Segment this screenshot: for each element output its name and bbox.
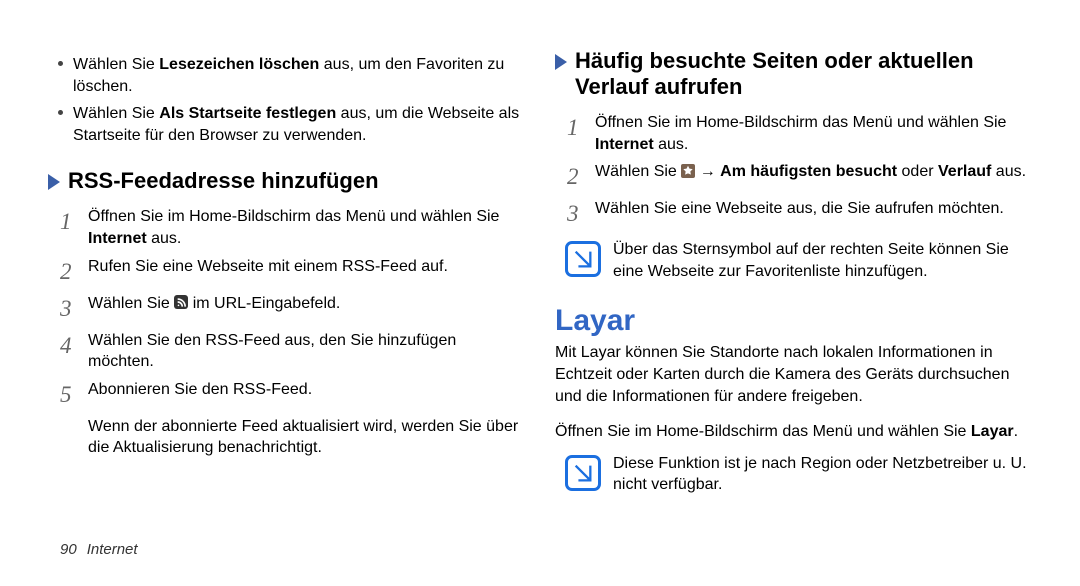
bullet-text: Wählen Sie Als Startseite festlegen aus,… — [73, 103, 525, 146]
chevron-right-icon — [48, 174, 60, 190]
note-block: Diese Funktion ist je nach Region oder N… — [565, 453, 1032, 496]
chevron-right-icon — [555, 54, 567, 70]
right-column: Häufig besuchte Seiten oder aktuellen Ve… — [555, 48, 1032, 496]
step-text: Wählen Sie im URL-Eingabefeld. — [88, 293, 525, 315]
section-open-instruction: Öffnen Sie im Home-Bildschirm das Menü u… — [555, 421, 1032, 443]
step-text: Rufen Sie eine Webseite mit einem RSS-Fe… — [88, 256, 525, 278]
page-footer: 90 Internet — [60, 541, 138, 558]
bullet-item: Wählen Sie Lesezeichen löschen aus, um d… — [48, 54, 525, 97]
subheading-text: RSS-Feedadresse hinzufügen — [68, 168, 379, 194]
step-text: Wählen Sie → Am häufigsten besucht oder … — [595, 161, 1032, 183]
left-column: Wählen Sie Lesezeichen löschen aus, um d… — [48, 48, 525, 496]
subheading-text: Häufig besuchte Seiten oder aktuellen Ve… — [575, 48, 1032, 100]
subheading-rss: RSS-Feedadresse hinzufügen — [48, 168, 525, 194]
note-text: Diese Funktion ist je nach Region oder N… — [613, 453, 1032, 496]
step-row: 4 Wählen Sie den RSS-Feed aus, den Sie h… — [48, 330, 525, 373]
bullet-dot-icon — [58, 110, 63, 115]
step-number: 2 — [567, 161, 595, 192]
paragraph: Wenn der abonnierte Feed aktualisiert wi… — [88, 416, 525, 459]
step-row: 3 Wählen Sie im URL-Eingabefeld. — [48, 293, 525, 324]
section-description: Mit Layar können Sie Standorte nach loka… — [555, 342, 1032, 407]
bullet-dot-icon — [58, 61, 63, 66]
note-text: Über das Sternsymbol auf der rechten Sei… — [613, 239, 1032, 282]
step-number: 1 — [60, 206, 88, 237]
step-number: 1 — [567, 112, 595, 143]
bullet-text: Wählen Sie Lesezeichen löschen aus, um d… — [73, 54, 525, 97]
step-number: 3 — [567, 198, 595, 229]
footer-section: Internet — [87, 541, 138, 558]
step-row: 5 Abonnieren Sie den RSS-Feed. — [48, 379, 525, 410]
step-text: Wählen Sie den RSS-Feed aus, den Sie hin… — [88, 330, 525, 373]
note-icon — [565, 455, 601, 491]
note-icon — [565, 241, 601, 277]
step-row: 1 Öffnen Sie im Home-Bildschirm das Menü… — [555, 112, 1032, 155]
step-text: Öffnen Sie im Home-Bildschirm das Menü u… — [88, 206, 525, 249]
step-row: 1 Öffnen Sie im Home-Bildschirm das Menü… — [48, 206, 525, 249]
step-row: 2 Rufen Sie eine Webseite mit einem RSS-… — [48, 256, 525, 287]
page-number: 90 — [60, 541, 77, 558]
step-number: 5 — [60, 379, 88, 410]
section-title-layar: Layar — [555, 304, 1032, 338]
rss-icon — [174, 295, 188, 309]
step-row: 2 Wählen Sie → Am häufigsten besucht ode… — [555, 161, 1032, 192]
manual-page: Wählen Sie Lesezeichen löschen aus, um d… — [0, 0, 1080, 496]
step-number: 3 — [60, 293, 88, 324]
step-text: Wählen Sie eine Webseite aus, die Sie au… — [595, 198, 1032, 220]
subheading-history: Häufig besuchte Seiten oder aktuellen Ve… — [555, 48, 1032, 100]
note-block: Über das Sternsymbol auf der rechten Sei… — [565, 239, 1032, 282]
step-text: Abonnieren Sie den RSS-Feed. — [88, 379, 525, 401]
bookmark-icon — [681, 164, 695, 178]
bullet-item: Wählen Sie Als Startseite festlegen aus,… — [48, 103, 525, 146]
step-number: 4 — [60, 330, 88, 361]
step-row: 3 Wählen Sie eine Webseite aus, die Sie … — [555, 198, 1032, 229]
step-text: Öffnen Sie im Home-Bildschirm das Menü u… — [595, 112, 1032, 155]
step-number: 2 — [60, 256, 88, 287]
